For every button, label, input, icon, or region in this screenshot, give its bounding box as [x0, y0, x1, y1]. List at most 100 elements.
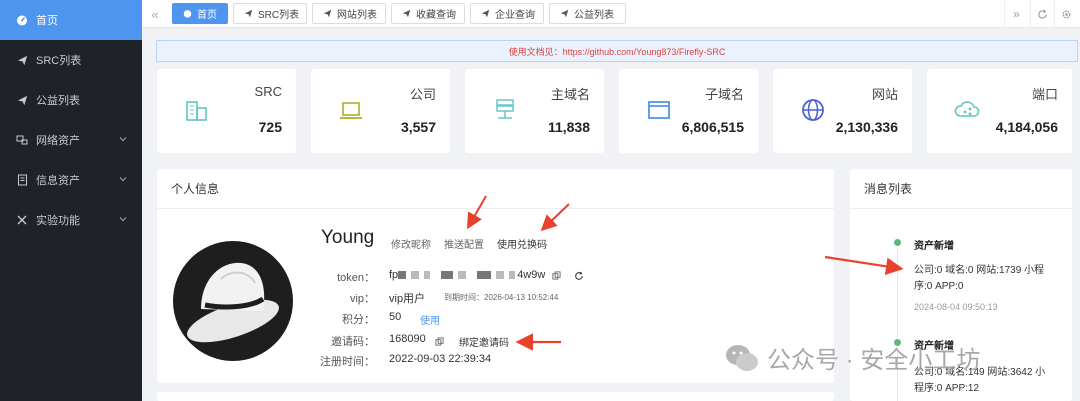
refresh-icon[interactable] — [574, 271, 584, 280]
token-prefix: fp — [389, 269, 399, 281]
tab-home[interactable]: 首页 — [172, 3, 228, 24]
message-title: 资产新增 — [914, 241, 954, 252]
stat-value: 6,806,515 — [681, 119, 744, 135]
expire-time: 到期时间：2026-04-13 10:52:44 — [444, 293, 559, 302]
chevron-down-icon — [118, 174, 128, 184]
stat-card-root-domain[interactable]: 主域名 11,838 — [465, 69, 604, 153]
tab-company-query[interactable]: 企业查询 — [470, 3, 544, 24]
refresh-icon[interactable] — [1030, 0, 1054, 28]
wechat-icon — [726, 344, 758, 371]
push-config-link[interactable]: 推送配置 — [444, 236, 484, 251]
stat-label: 子域名 — [704, 87, 744, 102]
redaction-mark — [411, 271, 420, 280]
vip-value: vip用户 — [389, 293, 426, 305]
sidebar-item-info-assets[interactable]: 信息资产 — [0, 160, 142, 200]
chevron-down-icon — [118, 214, 128, 224]
copy-icon[interactable] — [435, 335, 444, 346]
stat-value: 725 — [258, 119, 282, 135]
bind-invite-link[interactable]: 绑定邀请码 — [459, 334, 509, 349]
tab-label: 公益列表 — [574, 10, 614, 21]
send-icon — [244, 9, 253, 18]
sidebar-item-label: 公益列表 — [36, 95, 80, 107]
tab-label: 收藏查询 — [416, 10, 456, 21]
cloud-share-icon — [953, 96, 981, 124]
sidebar-item-label: SRC列表 — [36, 55, 82, 67]
stat-label: 网站 — [871, 87, 898, 102]
sidebar-item-label: 首页 — [36, 15, 58, 27]
stat-label: 主域名 — [550, 87, 590, 102]
send-icon — [16, 94, 28, 106]
send-icon — [481, 9, 490, 18]
redaction-mark — [509, 271, 516, 280]
tools-icon — [16, 214, 28, 226]
points-label: 积分： — [342, 314, 375, 326]
server-icon — [491, 96, 519, 124]
token-value: fp 4w9w — [389, 269, 584, 281]
redaction-mark — [496, 271, 505, 280]
timeline-dot — [894, 239, 901, 246]
edit-nickname-link[interactable]: 修改昵称 — [391, 236, 431, 251]
stat-label: 端口 — [1031, 87, 1058, 102]
dashboard-icon — [16, 14, 28, 26]
globe-icon — [799, 96, 827, 124]
tab-charity-list[interactable]: 公益列表 — [549, 3, 626, 24]
building-icon — [183, 96, 211, 124]
sidebar-item-home[interactable]: 首页 — [0, 0, 142, 40]
stat-card-src[interactable]: SRC 725 — [157, 69, 296, 153]
username: Young — [321, 227, 375, 248]
settings-icon[interactable] — [1054, 0, 1078, 28]
stat-card-website[interactable]: 网站 2,130,336 — [773, 69, 912, 153]
redeem-code-link[interactable]: 使用兑换码 — [497, 236, 547, 251]
watermark-text: 公众号 · 安全小工坊 — [767, 347, 981, 374]
avatar — [171, 239, 295, 363]
register-label: 注册时间： — [320, 356, 375, 368]
tab-favorites[interactable]: 收藏查询 — [391, 3, 465, 24]
network-icon — [16, 134, 28, 146]
browser-window-icon — [645, 96, 673, 124]
scroll-right-icon[interactable]: » — [1004, 0, 1028, 28]
watermark: 公众号 · 安全小工坊 — [725, 340, 980, 375]
use-points-link[interactable]: 使用 — [420, 312, 440, 327]
message-body: 公司:0 域名:0 网站:1739 小程序:0 APP:0 — [914, 265, 1045, 292]
tab-src-list[interactable]: SRC列表 — [233, 3, 307, 24]
stat-card-company[interactable]: 公司 3,557 — [311, 69, 450, 153]
stat-label: 公司 — [409, 87, 436, 102]
sidebar-item-label: 信息资产 — [36, 175, 80, 187]
chevron-down-icon — [118, 134, 128, 144]
sidebar: 首页 SRC列表 公益列表 网络资产 信息资产 实验功能 — [0, 0, 142, 401]
stat-card-port[interactable]: 端口 4,184,056 — [927, 69, 1072, 153]
redaction-mark — [477, 271, 492, 280]
stat-card-subdomain[interactable]: 子域名 6,806,515 — [619, 69, 758, 153]
stat-label: SRC — [254, 84, 282, 99]
notice-banner: 使用文档见：https://github.com/Young873/Firefl… — [156, 40, 1078, 62]
document-icon — [16, 174, 28, 186]
send-icon — [16, 54, 28, 66]
dashboard-icon — [183, 9, 192, 18]
tab-label: 企业查询 — [495, 10, 535, 21]
tab-label: SRC列表 — [258, 10, 300, 21]
lower-panel — [157, 392, 834, 401]
redaction-mark — [458, 271, 467, 280]
message-time: 2024-08-04 09:50:13 — [914, 302, 998, 312]
sidebar-item-src[interactable]: SRC列表 — [0, 40, 142, 80]
send-icon — [323, 9, 332, 18]
sidebar-item-experimental[interactable]: 实验功能 — [0, 200, 142, 240]
stat-value: 2,130,336 — [835, 119, 898, 135]
tab-site-list[interactable]: 网站列表 — [312, 3, 386, 24]
timeline-line — [897, 249, 898, 337]
register-value: 2022-09-03 22:39:34 — [389, 353, 492, 365]
token-suffix: 4w9w — [517, 269, 546, 281]
sidebar-item-label: 实验功能 — [36, 215, 80, 227]
vip-label: vip： — [349, 293, 375, 305]
notice-text[interactable]: 使用文档见：https://github.com/Young873/Firefl… — [509, 45, 726, 58]
sidebar-item-network-assets[interactable]: 网络资产 — [0, 120, 142, 160]
stat-value: 3,557 — [400, 119, 436, 135]
redaction-mark — [441, 271, 454, 280]
sidebar-item-charity[interactable]: 公益列表 — [0, 80, 142, 120]
copy-icon[interactable] — [552, 271, 561, 280]
send-icon — [560, 9, 569, 18]
redaction-mark — [424, 271, 431, 280]
scroll-left-icon[interactable]: « — [142, 0, 168, 28]
messages-panel-title: 消息列表 — [850, 169, 1072, 209]
stat-value: 11,838 — [547, 119, 590, 135]
